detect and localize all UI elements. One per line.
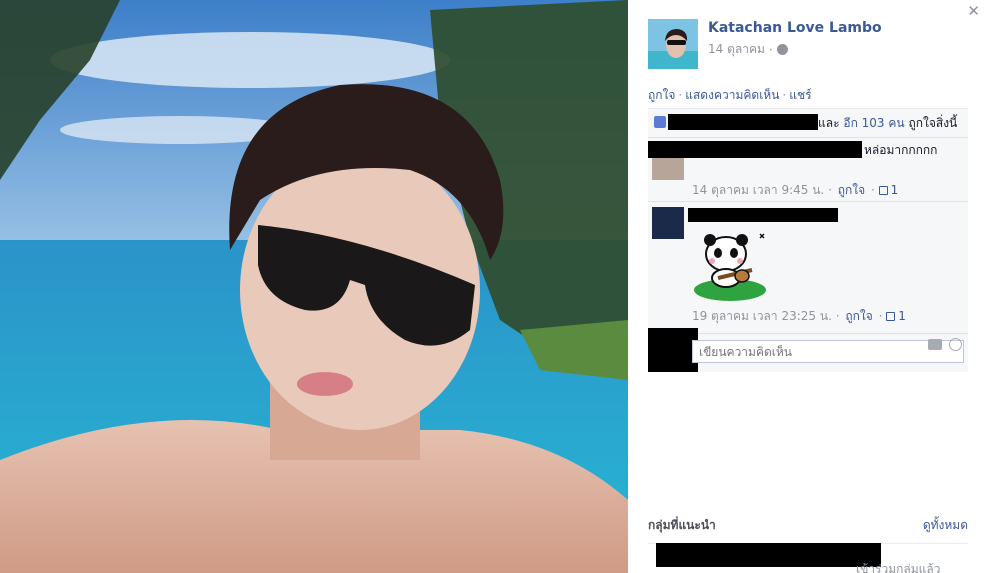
feedback-box: และ อีก 103 คน ถูกใจสิ่งนี้ หล่อมากกกกก … (648, 108, 968, 372)
thumbs-up-icon (878, 186, 888, 195)
thumbs-up-icon (886, 312, 896, 321)
photo-image (0, 0, 628, 573)
comment-meta: 19 ตุลาคม เวลา 23:25 น. · ถูกใจ · 1 (692, 309, 906, 323)
likes-summary: และ อีก 103 คน ถูกใจสิ่งนี้ (648, 109, 968, 138)
reply-row (648, 328, 968, 372)
comment-time[interactable]: 19 ตุลาคม เวลา 23:25 น. (692, 309, 832, 323)
author-name[interactable]: Katachan Love Lambo (708, 20, 882, 36)
likes-suffix: ถูกใจสิ่งนี้ (908, 116, 958, 130)
see-all-link[interactable]: ดูทั้งหมด (923, 516, 968, 535)
post-author: Katachan Love Lambo 14 ตุลาคม · (648, 19, 882, 69)
reply-avatar (648, 328, 698, 372)
thumbs-up-icon (654, 116, 666, 128)
author-avatar[interactable] (648, 19, 698, 69)
suggested-groups-title: กลุ่มที่แนะนำ (648, 518, 716, 532)
redacted-name (688, 208, 838, 222)
likes-others-link[interactable]: อีก 103 คน (843, 116, 904, 130)
group-status: เข้าร่วมกลุ่มแล้ว (856, 562, 941, 573)
smile-icon[interactable] (949, 338, 962, 351)
suggested-groups-header: กลุ่มที่แนะนำ ดูทั้งหมด (648, 516, 968, 544)
globe-icon[interactable] (776, 44, 788, 55)
comment-meta: 14 ตุลาคม เวลา 9:45 น. · ถูกใจ · 1 (692, 183, 899, 197)
share-link[interactable]: แชร์ (789, 88, 811, 102)
comment-item: หล่อมากกกกก 14 ตุลาคม เวลา 9:45 น. · ถูก… (648, 138, 968, 202)
suggested-group-item[interactable]: เข้าร่วมกลุ่มแล้ว (656, 543, 976, 573)
separator: · (782, 88, 787, 102)
comment-like-count[interactable]: 1 (891, 183, 899, 197)
comment-avatar[interactable] (652, 158, 684, 180)
comment-like-link[interactable]: ถูกใจ (838, 183, 865, 197)
like-link[interactable]: ถูกใจ (648, 88, 675, 102)
camera-icon[interactable] (928, 339, 942, 350)
comment-item: 19 ตุลาคม เวลา 23:25 น. · ถูกใจ · 1 (648, 202, 968, 334)
redacted-name (668, 114, 818, 130)
photo-viewer[interactable] (0, 0, 628, 573)
post-panel: ✕ Katachan Love Lambo 14 ตุลาคม · ถูกใจ ·… (628, 0, 986, 573)
post-date[interactable]: 14 ตุลาคม (708, 40, 765, 59)
comment-text: หล่อมากกกกก (864, 143, 938, 157)
comment-avatar[interactable] (652, 207, 684, 239)
comment-link[interactable]: แสดงความคิดเห็น (685, 88, 779, 102)
post-actions: ถูกใจ · แสดงความคิดเห็น · แชร์ (648, 86, 812, 105)
meta-separator: · (768, 42, 773, 57)
close-icon[interactable]: ✕ (967, 2, 980, 20)
comment-like-count[interactable]: 1 (898, 309, 906, 323)
separator: · (678, 88, 683, 102)
comment-like-link[interactable]: ถูกใจ (845, 309, 872, 323)
redacted-group (656, 543, 881, 567)
comment-input[interactable] (692, 340, 964, 363)
panda-sticker (694, 233, 766, 301)
likes-connector: และ (818, 116, 840, 130)
comment-time[interactable]: 14 ตุลาคม เวลา 9:45 น. (692, 183, 824, 197)
